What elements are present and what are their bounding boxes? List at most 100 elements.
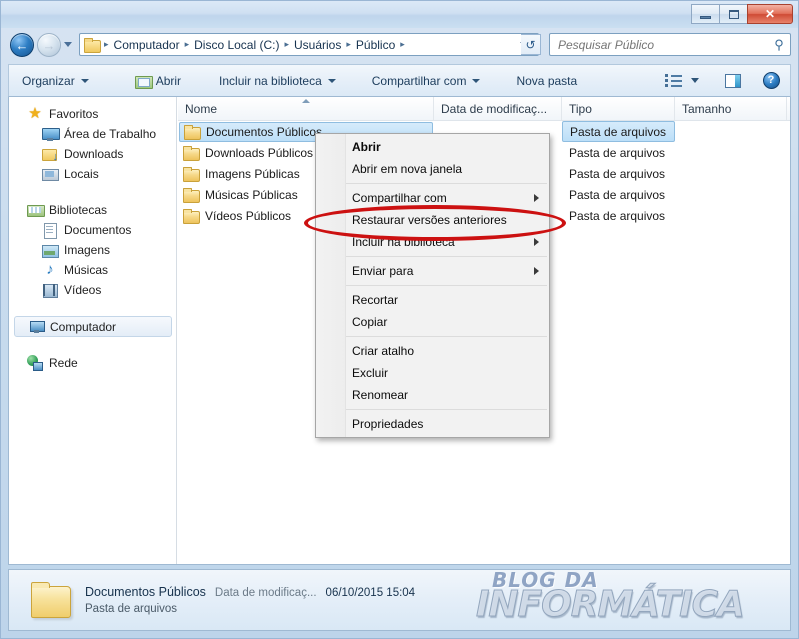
context-menu-item-abrir[interactable]: Abrir (316, 136, 549, 158)
help-icon: ? (762, 72, 780, 89)
search-icon[interactable]: ⚲ (772, 37, 786, 52)
file-size-cell (675, 121, 787, 142)
folder-icon (184, 124, 201, 140)
breadcrumb-separator[interactable]: ▸ (282, 39, 291, 50)
context-menu-item-excluir[interactable]: Excluir (316, 362, 549, 384)
context-menu-label: Renomear (352, 388, 409, 402)
sidebar-item-rede[interactable]: Rede (9, 353, 176, 373)
toolbar-nova-pasta-button[interactable]: Nova pasta (507, 67, 586, 94)
file-type-cell: Pasta de arquivos (562, 142, 675, 163)
toolbar-label: Organizar (22, 73, 75, 88)
context-menu-item-recortar[interactable]: Recortar (316, 289, 549, 311)
open-folder-icon (134, 74, 153, 89)
minimize-button[interactable] (691, 4, 720, 24)
sidebar-item-label: Vídeos (64, 283, 102, 297)
close-button[interactable]: ✕ (747, 4, 793, 24)
show-preview-pane-button[interactable] (718, 67, 748, 94)
context-menu-item-compartilhar-com[interactable]: Compartilhar com (316, 187, 549, 209)
breadcrumb-separator[interactable]: ▸ (102, 39, 111, 50)
context-menu-item-copiar[interactable]: Copiar (316, 311, 549, 333)
sidebar-item-videos[interactable]: Vídeos (9, 280, 176, 300)
breadcrumb-item-publico[interactable]: Público (353, 38, 398, 52)
context-menu[interactable]: Abrir Abrir em nova janela Compartilhar … (315, 133, 550, 438)
toolbar-organizar-button[interactable]: Organizar (13, 67, 98, 94)
search-box[interactable]: ⚲ (549, 33, 791, 56)
context-menu-item-enviar-para[interactable]: Enviar para (316, 260, 549, 282)
context-menu-item-incluir-na-biblioteca[interactable]: Incluir na biblioteca (316, 231, 549, 253)
address-bar[interactable]: ▸ Computador ▸ Disco Local (C:) ▸ Usuári… (79, 33, 539, 56)
context-menu-item-renomear[interactable]: Renomear (316, 384, 549, 406)
context-menu-item-abrir-em-nova-janela[interactable]: Abrir em nova janela (316, 158, 549, 180)
refresh-button[interactable]: ↺ (521, 34, 541, 55)
chevron-down-icon (472, 78, 481, 83)
file-type: Pasta de arquivos (569, 145, 666, 160)
breadcrumb-separator[interactable]: ▸ (344, 39, 353, 50)
breadcrumb-item-disco-local[interactable]: Disco Local (C:) (191, 38, 282, 52)
details-text: Documentos Públicos Data de modificaç...… (85, 585, 415, 615)
change-view-button[interactable] (658, 67, 688, 94)
maximize-button[interactable] (719, 4, 748, 24)
column-header-data-de-modificacao[interactable]: Data de modificaç... (434, 97, 562, 120)
file-type: Pasta de arquivos (569, 208, 666, 223)
context-menu-separator (346, 409, 547, 410)
sidebar-item-computador[interactable]: Computador (14, 316, 172, 337)
context-menu-separator (346, 285, 547, 286)
breadcrumb-separator[interactable]: ▸ (398, 39, 407, 50)
sidebar-item-label: Favoritos (49, 107, 99, 121)
details-item-type: Pasta de arquivos (85, 603, 178, 615)
sidebar-item-imagens[interactable]: Imagens (9, 240, 176, 260)
chevron-down-icon (80, 78, 89, 83)
file-size-cell (675, 142, 787, 163)
title-bar: ✕ (1, 1, 798, 28)
nav-group-bibliotecas: Bibliotecas Documentos Imagens ♪ Músicas… (9, 200, 176, 300)
column-header-tamanho[interactable]: Tamanho (675, 97, 787, 120)
toolbar-label: Nova pasta (516, 73, 578, 88)
navigation-bar: ← → ▸ Computador ▸ Disco Local (C:) ▸ Us… (1, 28, 798, 62)
sidebar-item-label: Computador (50, 319, 117, 334)
sidebar-item-favoritos[interactable]: ★ Favoritos (9, 104, 176, 124)
back-button[interactable]: ← (10, 33, 34, 57)
minimize-icon (700, 15, 711, 19)
nav-group-computador: Computador (9, 316, 176, 337)
view-dropdown-button[interactable] (688, 67, 706, 94)
sidebar-item-musicas[interactable]: ♪ Músicas (9, 260, 176, 280)
close-icon: ✕ (764, 7, 776, 21)
search-input[interactable] (558, 37, 772, 52)
sidebar-item-bibliotecas[interactable]: Bibliotecas (9, 200, 176, 220)
context-menu-separator (346, 183, 547, 184)
recent-pages-dropdown-icon[interactable] (64, 42, 72, 47)
column-header-nome[interactable]: Nome (178, 97, 434, 120)
recent-places-icon (42, 166, 59, 182)
sidebar-item-label: Rede (49, 356, 78, 370)
sidebar-item-locais[interactable]: Locais (9, 164, 176, 184)
folder-icon (183, 166, 200, 182)
file-name: Vídeos Públicos (205, 208, 292, 223)
context-menu-item-criar-atalho[interactable]: Criar atalho (316, 340, 549, 362)
file-type-cell: Pasta de arquivos (562, 121, 675, 142)
forward-button[interactable]: → (37, 33, 61, 57)
sidebar-item-documentos[interactable]: Documentos (9, 220, 176, 240)
file-type: Pasta de arquivos (569, 166, 666, 181)
toolbar-compartilhar-com-button[interactable]: Compartilhar com (363, 67, 490, 94)
file-type: Pasta de arquivos (569, 187, 666, 202)
context-menu-item-propriedades[interactable]: Propriedades (316, 413, 549, 435)
navigation-pane[interactable]: ★ Favoritos Área de Trabalho Downloads L… (9, 97, 177, 564)
folder-icon (84, 38, 101, 53)
details-line-primary: Documentos Públicos Data de modificaç...… (85, 585, 415, 599)
breadcrumb-separator[interactable]: ▸ (183, 39, 192, 50)
sidebar-item-label: Área de Trabalho (64, 127, 157, 141)
breadcrumb-item-computador[interactable]: Computador (111, 38, 183, 52)
context-menu-label: Abrir em nova janela (352, 162, 463, 176)
toolbar-abrir-button[interactable]: Abrir (126, 67, 190, 94)
sidebar-item-label: Locais (64, 167, 99, 181)
help-button[interactable]: ? (756, 67, 786, 94)
context-menu-item-restaurar-versoes-anteriores[interactable]: Restaurar versões anteriores (316, 209, 549, 231)
sidebar-item-downloads[interactable]: Downloads (9, 144, 176, 164)
file-size-cell (675, 163, 787, 184)
star-icon: ★ (28, 105, 42, 122)
toolbar-incluir-na-biblioteca-button[interactable]: Incluir na biblioteca (210, 67, 345, 94)
breadcrumb-item-usuarios[interactable]: Usuários (291, 38, 344, 52)
context-menu-label: Restaurar versões anteriores (352, 213, 507, 227)
column-header-tipo[interactable]: Tipo (562, 97, 675, 120)
sidebar-item-area-de-trabalho[interactable]: Área de Trabalho (9, 124, 176, 144)
